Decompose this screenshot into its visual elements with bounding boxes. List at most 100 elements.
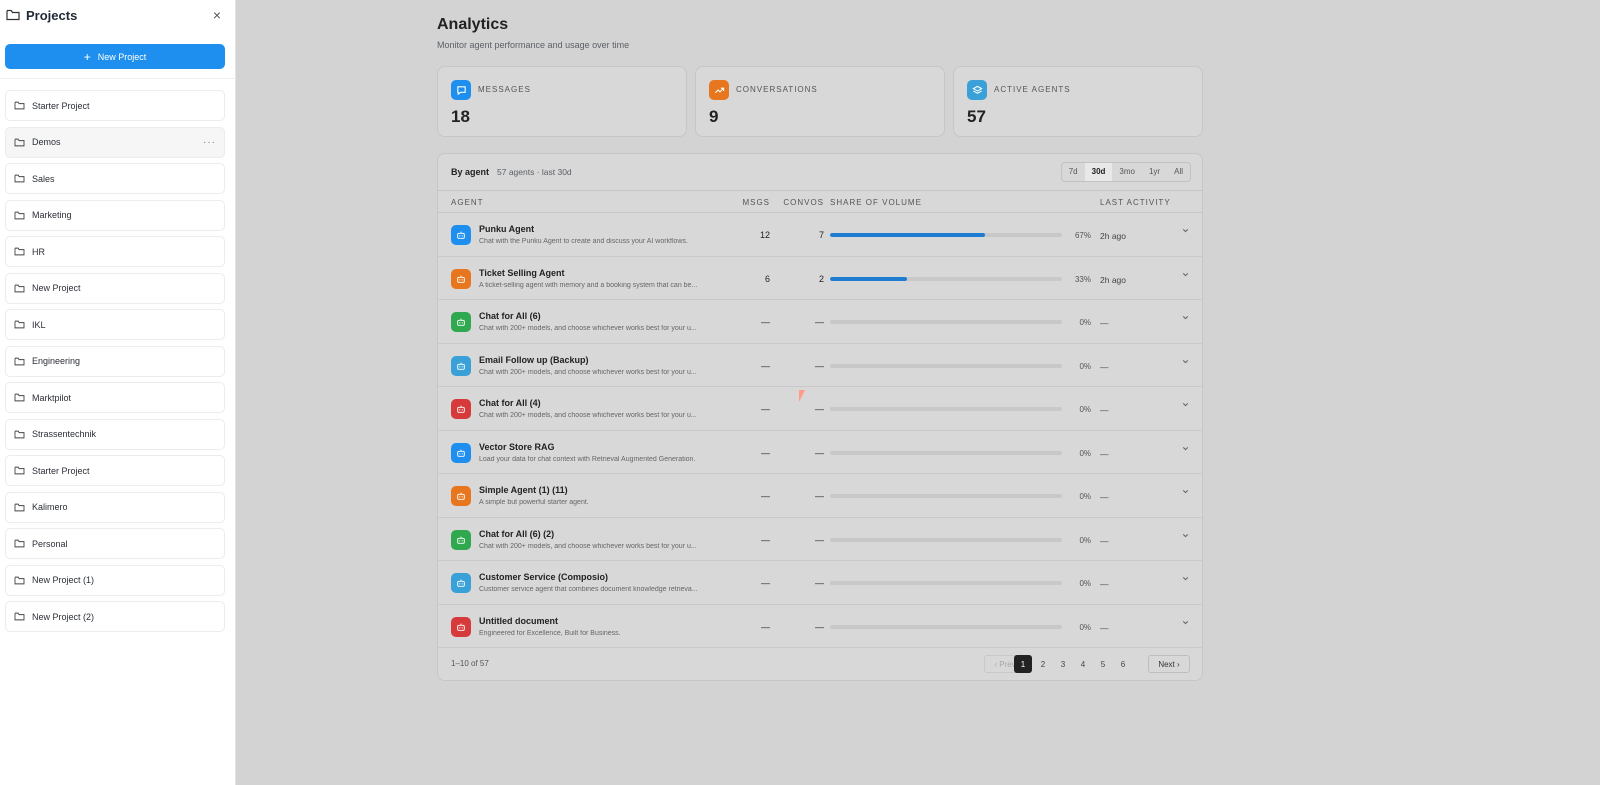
table-row[interactable]: Chat for All (6) Chat with 200+ models, a… <box>438 300 1202 344</box>
table-row[interactable]: Chat for All (6) (2) Chat with 200+ model… <box>438 518 1202 561</box>
mouse-cursor <box>799 390 805 402</box>
bot-icon <box>451 399 471 419</box>
table-row[interactable]: Chat for All (4) Chat with 200+ models, a… <box>438 387 1202 431</box>
range-option-30d[interactable]: 30d <box>1084 163 1113 181</box>
bot-icon <box>451 312 471 332</box>
last-activity: — <box>1100 361 1109 372</box>
project-item-label: New Project <box>32 283 81 293</box>
new-project-button[interactable]: + New Project <box>5 44 225 69</box>
project-item-label: Marketing <box>32 210 72 220</box>
last-activity: — <box>1100 405 1109 415</box>
project-item[interactable]: Demos ··· <box>5 126 225 158</box>
agent-convos: — <box>815 621 824 632</box>
stat-label: MESSAGES <box>478 85 531 94</box>
range-option-7d[interactable]: 7d <box>1062 163 1085 181</box>
folder-icon <box>14 357 25 365</box>
folder-icon <box>14 576 25 584</box>
project-item-label: New Project (2) <box>32 611 95 622</box>
project-item[interactable]: HR <box>5 236 225 267</box>
project-item[interactable]: Engineering <box>5 345 225 377</box>
page-1-button[interactable]: 1 <box>1014 655 1032 673</box>
project-item-label: Strassentechnik <box>32 429 97 439</box>
share-bar <box>830 494 1062 498</box>
table-row[interactable]: Ticket Selling Agent A ticket-selling age… <box>438 257 1202 300</box>
project-item[interactable]: Sales <box>5 163 225 194</box>
project-item[interactable]: New Project (2) <box>5 601 225 632</box>
chevron-down-icon[interactable] <box>1181 531 1190 543</box>
folder-icon <box>14 174 25 183</box>
table-row[interactable]: Simple Agent (1) (11) A simple but powerf… <box>438 474 1202 518</box>
layers-icon <box>967 80 987 100</box>
share-percent: 0% <box>1079 492 1091 501</box>
trend-icon <box>709 80 729 100</box>
project-item-label: Marktpilot <box>32 392 72 403</box>
chevron-down-icon[interactable] <box>1181 226 1190 238</box>
project-item[interactable]: Strassentechnik <box>5 418 225 450</box>
share-bar <box>830 537 1062 542</box>
agent-convos: — <box>815 491 824 501</box>
table-row[interactable]: Customer Service (Composio) Customer serv… <box>438 561 1202 605</box>
range-option-3mo[interactable]: 3mo <box>1112 163 1142 181</box>
project-item[interactable]: Starter Project <box>5 90 225 121</box>
project-item[interactable]: Marktpilot <box>5 382 225 413</box>
page-4-button[interactable]: 4 <box>1074 655 1092 673</box>
agent-msgs: — <box>761 404 770 414</box>
project-item-label: New Project (1) <box>32 575 95 585</box>
table-summary: 57 agents · last 30d <box>497 167 572 177</box>
agent-convos: — <box>815 360 824 371</box>
page-2-button[interactable]: 2 <box>1034 655 1052 673</box>
agent-msgs: 12 <box>759 230 770 240</box>
table-row[interactable]: Untitled document Engineered for Excellen… <box>438 605 1202 648</box>
chevron-down-icon[interactable] <box>1181 574 1190 586</box>
project-item[interactable]: New Project (1) <box>5 564 225 596</box>
agent-table-card: By agent 57 agents · last 30d 7d 30d 3mo 1y… <box>437 153 1203 681</box>
close-icon[interactable]: × <box>207 7 227 23</box>
range-option-1yr[interactable]: 1yr <box>1142 163 1167 181</box>
chevron-down-icon[interactable] <box>1181 313 1190 325</box>
project-item[interactable]: Starter Project <box>5 455 225 486</box>
range-option-All[interactable]: All <box>1167 163 1190 181</box>
page-3-button[interactable]: 3 <box>1054 655 1072 673</box>
chevron-down-icon[interactable] <box>1181 618 1190 630</box>
range-selector: 7d 30d 3mo 1yr All <box>1060 162 1191 182</box>
project-item-label: Engineering <box>32 356 81 366</box>
stat-label: ACTIVE AGENTS <box>994 85 1071 94</box>
chevron-down-icon[interactable] <box>1181 444 1190 456</box>
project-item[interactable]: Kalimero <box>5 491 225 523</box>
folder-icon <box>14 320 25 329</box>
last-activity: — <box>1100 318 1109 328</box>
table-row[interactable]: Vector Store RAG Load your data for chat … <box>438 431 1202 474</box>
project-item[interactable]: IKL <box>5 309 225 340</box>
agent-convos: — <box>815 404 824 414</box>
message-icon <box>451 80 471 100</box>
page-5-button[interactable]: 5 <box>1094 655 1112 673</box>
folder-icon <box>14 539 25 548</box>
project-item[interactable]: New Project <box>5 272 225 304</box>
project-item-label: Kalimero <box>32 502 68 512</box>
project-item-label: Starter Project <box>32 465 90 476</box>
chevron-down-icon[interactable] <box>1181 270 1190 282</box>
project-item-label: Personal <box>32 538 68 549</box>
agent-convos: — <box>815 534 824 545</box>
table-header: By agent 57 agents · last 30d 7d 30d 3mo 1y… <box>438 154 1202 190</box>
agent-convos: — <box>815 317 824 327</box>
table-row[interactable]: Email Follow up (Backup) Chat with 200+ m… <box>438 344 1202 387</box>
project-item[interactable]: Personal <box>5 528 225 559</box>
table-row[interactable]: Punku Agent Chat with the Punku Agent to … <box>438 213 1202 257</box>
agent-msgs: — <box>761 491 770 501</box>
folder-icon <box>14 284 25 292</box>
more-options-icon[interactable]: ··· <box>203 137 216 148</box>
agent-name: Email Follow up (Backup) <box>479 354 589 365</box>
agent-description: Load your data for chat context with Ret… <box>479 455 696 463</box>
stat-value: 18 <box>451 107 470 126</box>
agent-msgs: — <box>761 621 770 632</box>
project-item[interactable]: Marketing <box>5 199 225 231</box>
next-button[interactable]: Next › <box>1148 655 1190 673</box>
share-percent: 0% <box>1079 318 1091 327</box>
page-6-button[interactable]: 6 <box>1114 655 1132 673</box>
chevron-down-icon[interactable] <box>1181 487 1190 499</box>
chevron-down-icon[interactable] <box>1181 400 1190 412</box>
chevron-down-icon[interactable] <box>1181 357 1190 369</box>
share-percent: 33% <box>1074 274 1091 284</box>
agent-name: Chat for All (6) <box>479 311 541 321</box>
